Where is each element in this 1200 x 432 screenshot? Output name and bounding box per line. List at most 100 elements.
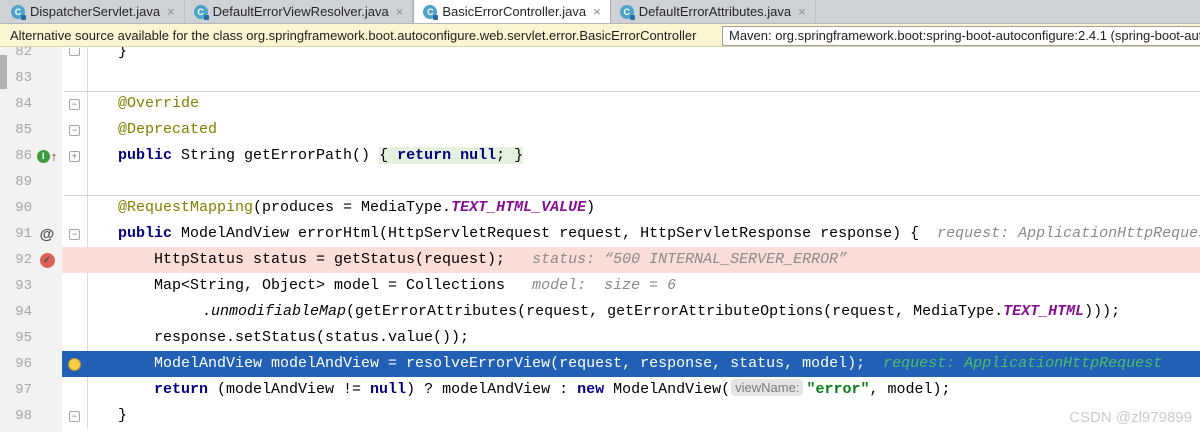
gutter-icon-cell[interactable]: I ↑ — [32, 149, 62, 164]
fold-marker[interactable]: − — [69, 410, 80, 422]
code-text[interactable]: @Deprecated — [88, 117, 1200, 143]
code-text[interactable]: HttpStatus status = getStatus(request); … — [88, 247, 1200, 273]
gutter: 83 — [0, 65, 62, 91]
fold-column[interactable]: − — [62, 403, 88, 429]
code-text[interactable]: .unmodifiableMap(getErrorAttributes(requ… — [88, 299, 1200, 325]
breakpoint-icon[interactable]: ✓ — [39, 252, 55, 268]
code-text[interactable]: public ModelAndView errorHtml(HttpServle… — [88, 221, 1200, 247]
tab-DefaultErrorViewResolver.java[interactable]: C DefaultErrorViewResolver.java × — [185, 0, 414, 23]
gutter: 95 — [0, 325, 62, 351]
code-segment: ModelAndView( — [613, 381, 731, 398]
code-text[interactable]: ModelAndView modelAndView = resolveError… — [88, 351, 1200, 377]
line-highlight-region: + public String getErrorPath() { return n… — [62, 143, 1200, 169]
fold-column[interactable] — [62, 351, 88, 377]
maven-source-select[interactable]: Maven: org.springframework.boot:spring-b… — [722, 26, 1200, 46]
line-number: 94 — [15, 304, 32, 320]
fold-column — [62, 273, 88, 299]
code-segment: "error" — [806, 381, 870, 398]
tab-close-icon[interactable]: × — [396, 5, 404, 18]
gutter-icon-cell[interactable]: ✓ — [32, 252, 62, 268]
tab-DefaultErrorAttributes.java[interactable]: C DefaultErrorAttributes.java × — [611, 0, 816, 23]
code-text[interactable]: } — [88, 403, 1200, 429]
code-text[interactable] — [88, 65, 1200, 91]
editor-line-84[interactable]: 84 − @Override — [0, 91, 1200, 117]
code-text[interactable]: public String getErrorPath() { return nu… — [88, 143, 1200, 169]
code-text[interactable]: return (modelAndView != null) ? modelAnd… — [88, 377, 1200, 403]
tab-close-icon[interactable]: × — [167, 5, 175, 18]
editor-line-82[interactable]: 82} — [0, 47, 1200, 65]
fold-column[interactable]: + — [62, 143, 88, 169]
editor-line-98[interactable]: 98 −} — [0, 403, 1200, 429]
intention-bulb-icon[interactable] — [68, 357, 81, 371]
ide-window: C DispatcherServlet.java × C DefaultErrorVie… — [0, 0, 1200, 432]
code-text[interactable] — [88, 169, 1200, 195]
java-class-icon: C — [193, 4, 209, 20]
tab-label: DispatcherServlet.java — [30, 4, 161, 19]
code-text[interactable]: @Override — [88, 91, 1200, 117]
tab-close-icon[interactable]: × — [593, 5, 601, 18]
fold-marker[interactable]: + — [69, 150, 80, 162]
line-highlight-region: @RequestMapping(produces = MediaType.TEX… — [62, 195, 1200, 221]
code-text[interactable]: Map<String, Object> model = Collections … — [88, 273, 1200, 299]
editor-line-92[interactable]: 92 ✓ HttpStatus status = getStatus(request… — [0, 247, 1200, 273]
code-text[interactable]: } — [88, 47, 1200, 65]
tab-BasicErrorController.java[interactable]: C BasicErrorController.java × — [413, 0, 611, 23]
left-stripe-marker — [0, 55, 7, 89]
line-highlight-region: .unmodifiableMap(getErrorAttributes(requ… — [62, 299, 1200, 325]
editor-line-96[interactable]: 96 ModelAndView modelAndView = resolveErr… — [0, 351, 1200, 377]
line-highlight-region: − @Override — [62, 91, 1200, 117]
code-text[interactable]: @RequestMapping(produces = MediaType.TEX… — [88, 195, 1200, 221]
editor-line-95[interactable]: 95 response.setStatus(status.value()); — [0, 325, 1200, 351]
gutter: 92 ✓ — [0, 247, 62, 273]
code-segment: (modelAndView != — [217, 381, 371, 398]
editor-line-86[interactable]: 86 I ↑ + public String getErrorPath() { retu… — [0, 143, 1200, 169]
editor-line-93[interactable]: 93 Map<String, Object> model = Collection… — [0, 273, 1200, 299]
gutter-icon-cell[interactable]: @ — [32, 226, 62, 243]
code-segment: return — [397, 147, 452, 164]
line-number: 91 — [15, 226, 32, 242]
fold-marker[interactable]: − — [69, 228, 80, 240]
fold-column[interactable]: − — [62, 221, 88, 247]
code-segment: , model); — [869, 381, 951, 398]
editor-line-83[interactable]: 83 — [0, 65, 1200, 91]
line-number: 97 — [15, 382, 32, 398]
fold-column — [62, 377, 88, 403]
code-text[interactable]: response.setStatus(status.value()); — [88, 325, 1200, 351]
code-editor[interactable]: 82} 83 84− @Override 85− @Deprecated 86 I ↑ + publ… — [0, 47, 1200, 432]
gutter: 97 — [0, 377, 62, 403]
code-segment: @Deprecated — [118, 121, 218, 138]
line-highlight-region: ModelAndView modelAndView = resolveError… — [62, 351, 1200, 377]
line-highlight-region — [62, 169, 1200, 195]
fold-marker[interactable]: − — [69, 124, 80, 136]
fold-column[interactable]: − — [62, 91, 88, 117]
editor-line-85[interactable]: 85 − @Deprecated — [0, 117, 1200, 143]
editor-lines: 82} 83 84− @Override 85− @Deprecated 86 I ↑ + publ… — [0, 47, 1200, 429]
code-segment: @Override — [118, 95, 200, 112]
fold-marker[interactable]: − — [69, 98, 80, 110]
tab-DispatcherServlet.java[interactable]: C DispatcherServlet.java × — [2, 0, 185, 23]
line-highlight-region: −} — [62, 403, 1200, 429]
line-number: 90 — [15, 200, 32, 216]
fold-column[interactable] — [62, 47, 88, 65]
fold-column[interactable]: − — [62, 117, 88, 143]
editor-line-94[interactable]: 94 .unmodifiableMap(getErrorAttributes(re… — [0, 299, 1200, 325]
code-segment: TEXT_HTML — [1003, 303, 1085, 320]
code-segment: String getErrorPath() — [181, 147, 380, 164]
debugger-inline-hint: request: ApplicationHttpRequest — [865, 355, 1163, 372]
tab-close-icon[interactable]: × — [798, 5, 806, 18]
editor-line-91[interactable]: 91 @ − public ModelAndView errorHtml(HttpSe… — [0, 221, 1200, 247]
line-number: 84 — [15, 96, 32, 112]
fold-marker[interactable] — [69, 48, 80, 56]
editor-line-89[interactable]: 89 — [0, 169, 1200, 195]
annotation-gutter-icon: @ — [39, 225, 55, 243]
editor-line-90[interactable]: 90 @RequestMapping(produces = MediaType.T… — [0, 195, 1200, 221]
code-segment: ) ? modelAndView : — [406, 381, 578, 398]
code-segment: Map<String, Object> model = Collections — [154, 277, 506, 294]
line-number: 86 — [15, 148, 32, 164]
code-segment: } — [118, 407, 128, 424]
implements-marker[interactable]: I ↑ — [36, 149, 57, 164]
line-number: 98 — [15, 408, 32, 424]
fold-column — [62, 195, 88, 221]
java-class-icon: C — [619, 4, 635, 20]
editor-line-97[interactable]: 97 return (modelAndView != null) ? modelA… — [0, 377, 1200, 403]
